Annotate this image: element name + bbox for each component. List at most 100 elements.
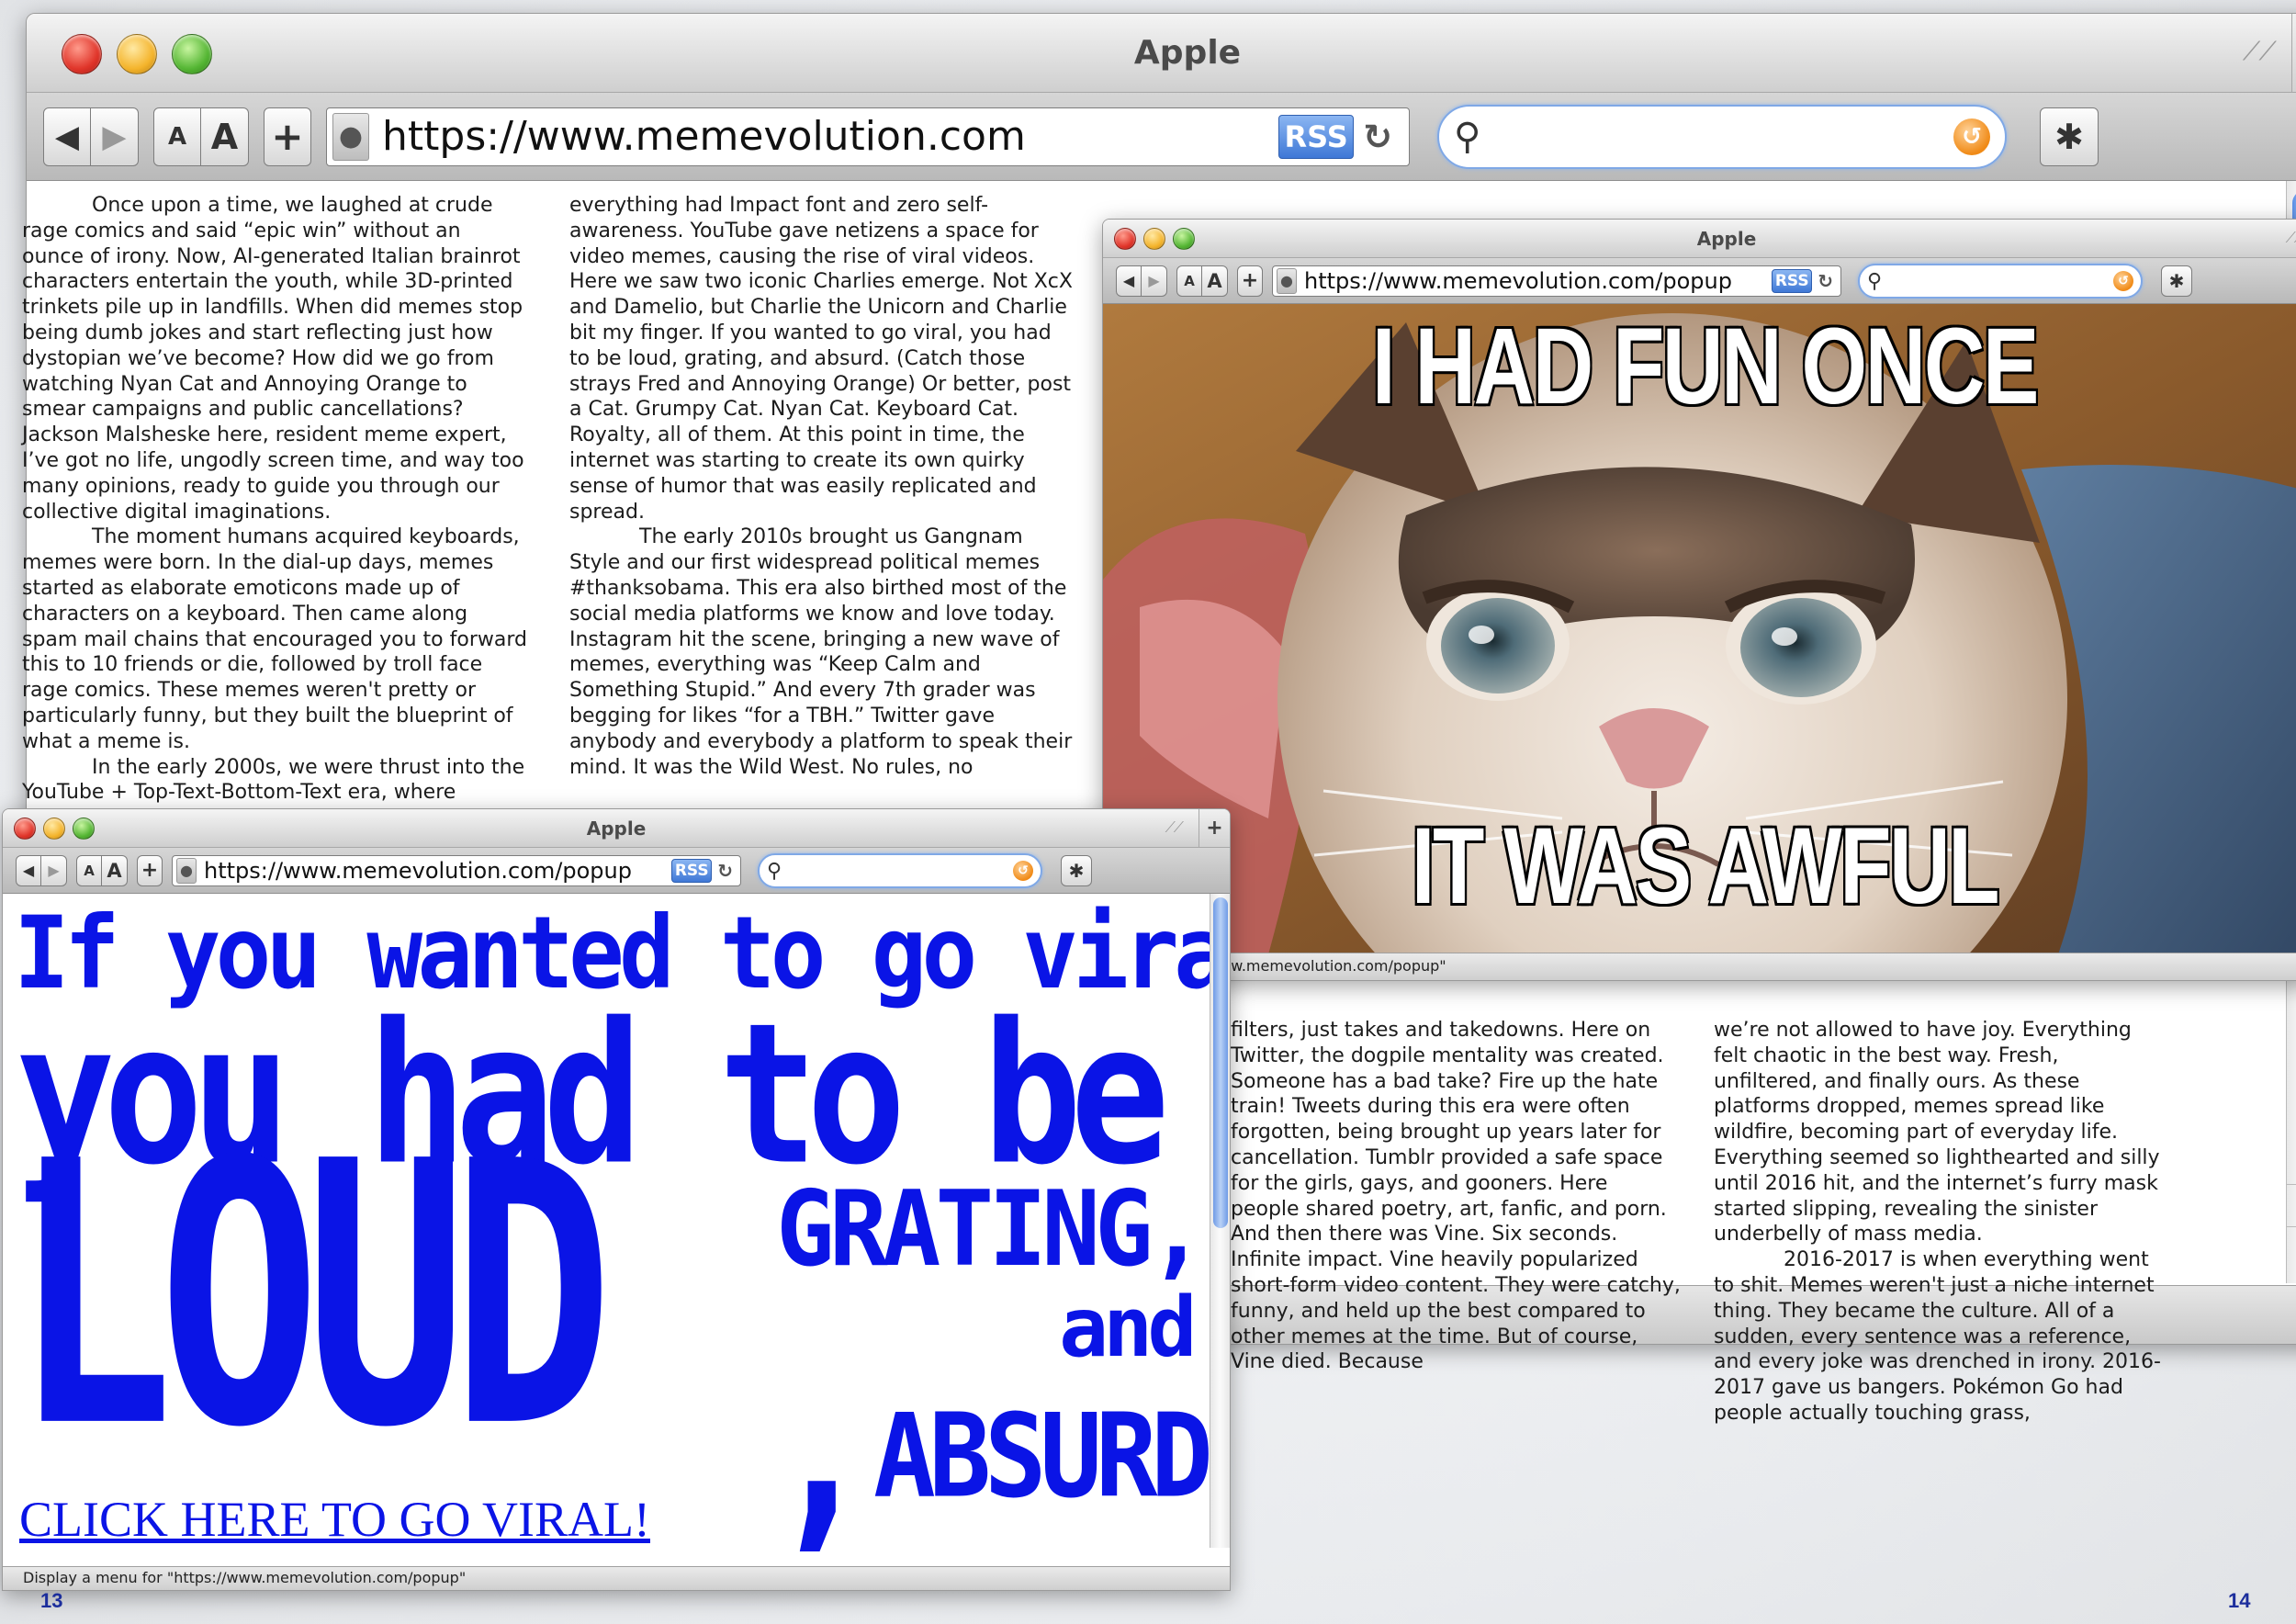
add-bookmark-button[interactable]: +	[264, 107, 311, 166]
url-text[interactable]: https://www.memevolution.com	[369, 113, 1278, 160]
article-columns-right: filters, just takes and takedowns. Here …	[1231, 1018, 2204, 1427]
article-columns-left: Once upon a time, we laughed at crude ra…	[22, 193, 1124, 806]
article-column-1: Once upon a time, we laughed at crude ra…	[22, 193, 527, 806]
bug-report-button[interactable]: ✱	[2040, 107, 2099, 166]
article-column-4: we’re not allowed to have joy. Everythin…	[1714, 1018, 2164, 1427]
scroll-thumb[interactable]	[1213, 897, 1228, 1228]
apple-favicon-icon: ●	[1277, 267, 1297, 294]
article-paragraph: The early 2010s brought us Gangnam Style…	[569, 525, 1073, 779]
resize-grip-icon: ⟋⟋	[2285, 229, 2296, 246]
reload-icon[interactable]: ↻	[717, 860, 733, 882]
resize-grip-icon: ⟋⟋	[2242, 36, 2277, 66]
viral-absurd: ABSURD.	[873, 1390, 1213, 1524]
popup-status-bar: u for "https://www.memevolution.com/popu…	[1103, 953, 2296, 980]
new-tab-button[interactable]: +	[1199, 809, 1230, 847]
rss-button[interactable]: RSS	[671, 858, 713, 883]
viral-loud: LOUD	[12, 1084, 613, 1507]
resize-grip-icon: ⟋⟋	[1165, 818, 1184, 836]
viral-comma: ,	[767, 1307, 877, 1551]
text-smaller-button[interactable]: A	[1176, 265, 1202, 297]
forward-button[interactable]: ▶	[41, 854, 67, 886]
nav-buttons: ◀ ▶	[16, 854, 67, 886]
main-titlebar: Apple ⟋⟋ +	[27, 14, 2296, 93]
snapback-icon[interactable]: ↺	[2113, 270, 2133, 291]
go-viral-link[interactable]: CLICK HERE TO GO VIRAL!	[19, 1491, 650, 1548]
bug-icon: ✱	[2168, 269, 2185, 292]
popup-titlebar: Apple ⟋⟋ +	[3, 809, 1230, 848]
forward-button[interactable]: ▶	[1142, 265, 1167, 297]
url-text[interactable]: https://www.memevolution.com/popup	[1297, 268, 1772, 294]
back-button[interactable]: ◀	[1116, 265, 1142, 297]
bug-report-button[interactable]: ✱	[2161, 265, 2192, 297]
add-bookmark-button[interactable]: +	[1237, 265, 1263, 297]
scroll-down-arrow-icon[interactable]: ▼	[2287, 1226, 2296, 1269]
article-paragraph: In the early 2000s, we were thrust into …	[22, 755, 525, 805]
search-field[interactable]: ⚲ ↺	[1858, 263, 2143, 299]
popup-toolbar: ◀ ▶ A A + ● https://www.memevolution.com…	[3, 848, 1230, 894]
popup-status-bar: Display a menu for "https://www.memevolu…	[3, 1566, 1230, 1590]
popup-vertical-scrollbar[interactable]	[1210, 894, 1230, 1548]
add-bookmark-button[interactable]: +	[137, 854, 163, 886]
scroll-up-arrow-icon[interactable]: ▲	[2287, 1184, 2296, 1226]
popup-titlebar: Apple ⟋⟋ +	[1103, 220, 2296, 258]
article-paragraph: everything had Impact font and zero self…	[569, 194, 1073, 524]
search-field[interactable]: ⚲ ↺	[1437, 104, 2007, 169]
back-arrow-icon: ◀	[54, 118, 80, 155]
address-bar[interactable]: ● https://www.memevolution.com/popup RSS…	[1272, 265, 1841, 297]
text-smaller-button[interactable]: A	[76, 854, 102, 886]
article-paragraph: Once upon a time, we laughed at crude ra…	[22, 194, 524, 524]
text-bigger-button[interactable]: A	[102, 854, 128, 886]
back-button[interactable]: ◀	[43, 107, 91, 166]
nav-buttons: ◀ ▶	[1116, 265, 1167, 297]
window-title: Apple	[1133, 34, 1242, 72]
main-toolbar: ◀ ▶ A A + ● https://www.memevolution.com…	[27, 93, 2296, 181]
meme-bottom-text: IT WAS AWFUL	[1410, 804, 2001, 929]
search-field[interactable]: ⚲ ↺	[758, 852, 1042, 888]
window-title: Apple	[1696, 228, 1757, 250]
url-text[interactable]: https://www.memevolution.com/popup	[197, 858, 671, 884]
meme-top-text: I HAD FUN ONCE	[1370, 304, 2040, 429]
rss-button[interactable]: RSS	[1278, 114, 1355, 159]
search-icon: ⚲	[1454, 115, 1481, 158]
apple-favicon-icon: ●	[176, 857, 197, 884]
address-bar[interactable]: ● https://www.memevolution.com/popup RSS…	[172, 854, 741, 886]
back-button[interactable]: ◀	[16, 854, 41, 886]
forward-arrow-icon: ▶	[102, 118, 127, 155]
text-size-buttons: A A	[1176, 265, 1228, 297]
reload-icon[interactable]: ↻	[1818, 270, 1833, 292]
search-icon: ⚲	[1867, 268, 1883, 292]
text-size-buttons: A A	[153, 107, 249, 166]
forward-arrow-icon: ▶	[48, 862, 60, 879]
viral-grating: GRATING,	[776, 1169, 1207, 1291]
back-arrow-icon: ◀	[1122, 272, 1135, 289]
text-size-buttons: A A	[76, 854, 128, 886]
back-arrow-icon: ◀	[22, 862, 35, 879]
snapback-icon[interactable]: ↺	[1013, 860, 1033, 881]
text-smaller-button[interactable]: A	[153, 107, 201, 166]
article-column-2: everything had Impact font and zero self…	[569, 193, 1075, 806]
rss-button[interactable]: RSS	[1772, 268, 1813, 293]
cat-popup-window: Apple ⟋⟋ + ◀ ▶ A A + ● https://www.memev…	[1102, 219, 2296, 981]
bug-report-button[interactable]: ✱	[1061, 854, 1092, 886]
grumpy-cat-meme-image: I HAD FUN ONCE IT WAS AWFUL	[1103, 304, 2296, 954]
text-bigger-button[interactable]: A	[1202, 265, 1228, 297]
viral-popup-window: Apple ⟋⟋ + ◀ ▶ A A + ● https://www.memev…	[2, 808, 1231, 1591]
bug-icon: ✱	[2054, 116, 2084, 157]
forward-button[interactable]: ▶	[91, 107, 139, 166]
viral-and: and	[1059, 1280, 1198, 1376]
page-number-right: 14	[2228, 1589, 2251, 1612]
text-bigger-button[interactable]: A	[201, 107, 249, 166]
article-paragraph: The moment humans acquired keyboards, me…	[22, 525, 527, 753]
new-tab-button[interactable]: +	[2291, 14, 2296, 92]
article-column-3: filters, just takes and takedowns. Here …	[1231, 1018, 1681, 1427]
reload-icon[interactable]: ↻	[1363, 117, 1392, 157]
address-bar[interactable]: ● https://www.memevolution.com RSS ↻	[326, 107, 1410, 166]
article-paragraph: filters, just takes and takedowns. Here …	[1231, 1019, 1681, 1374]
nav-buttons: ◀ ▶	[43, 107, 139, 166]
bug-icon: ✱	[1068, 859, 1085, 882]
article-paragraph: 2016-2017 is when everything went to shi…	[1714, 1248, 2161, 1425]
forward-arrow-icon: ▶	[1148, 272, 1160, 289]
article-paragraph: we’re not allowed to have joy. Everythin…	[1714, 1019, 2160, 1246]
popup-toolbar: ◀ ▶ A A + ● https://www.memevolution.com…	[1103, 258, 2296, 304]
snapback-icon[interactable]: ↺	[1953, 118, 1990, 155]
